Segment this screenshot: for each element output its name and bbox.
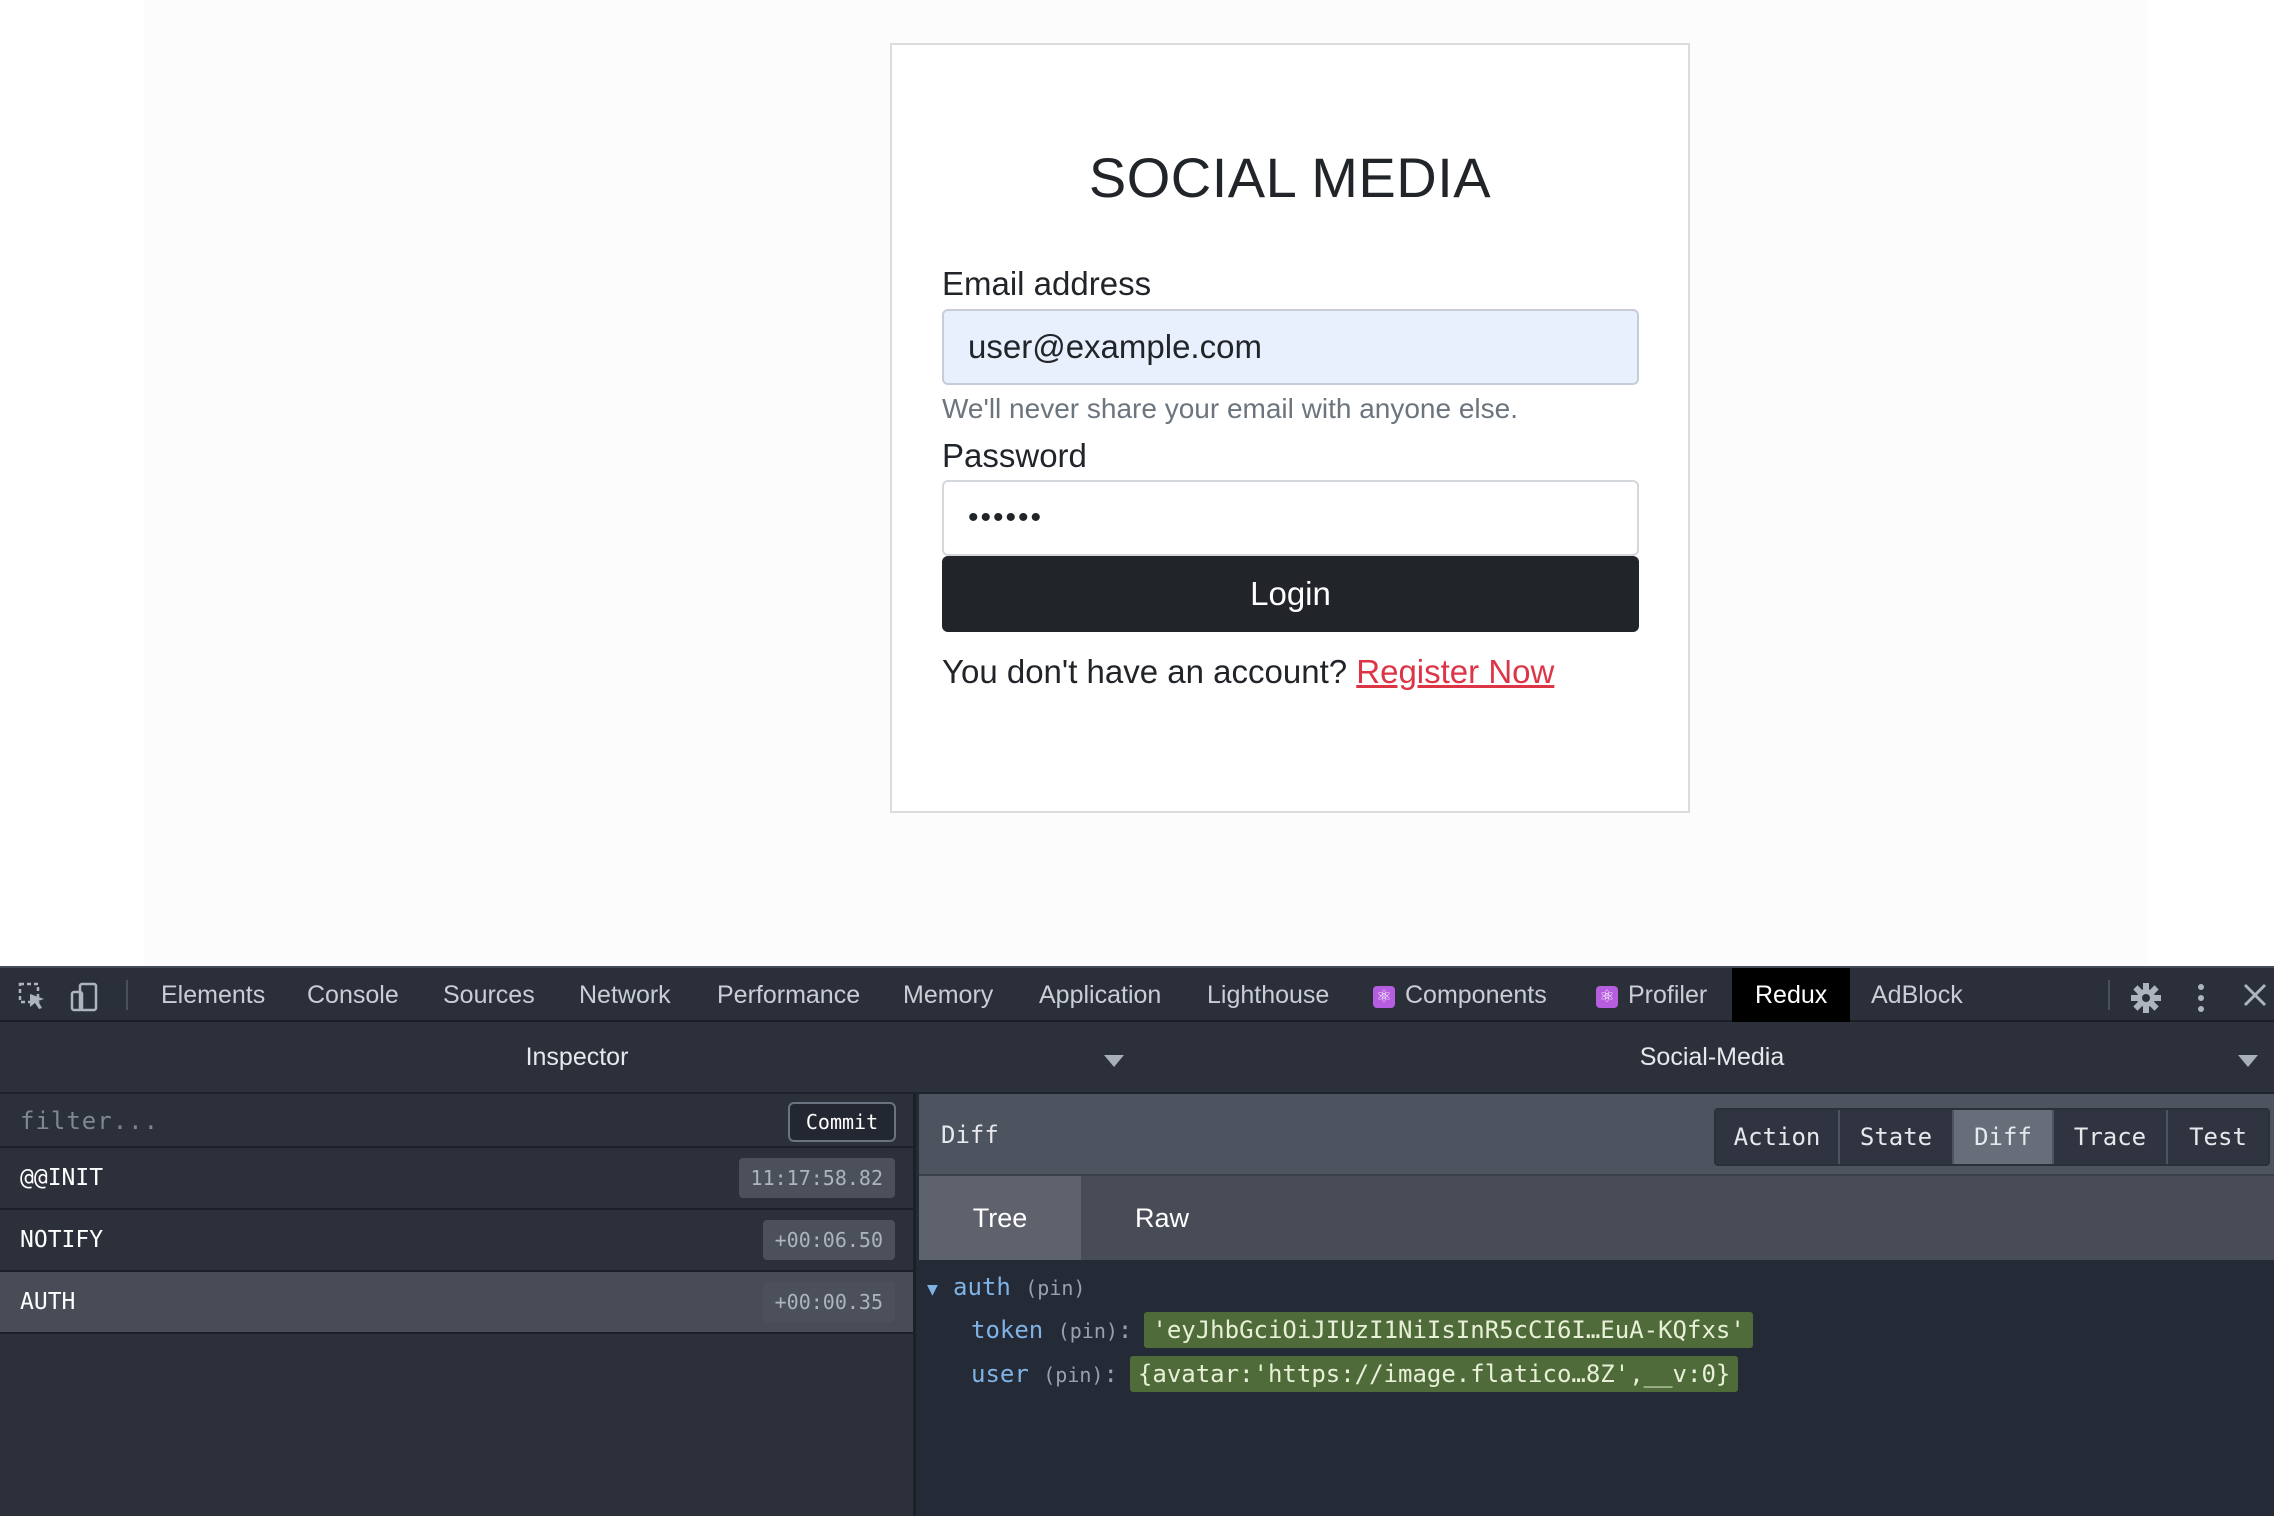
tree-key: token [971, 1316, 1044, 1344]
more-vertical-icon[interactable] [2194, 982, 2208, 1019]
tab-console[interactable]: Console [307, 968, 399, 1022]
react-icon: ⚛ [1596, 986, 1618, 1008]
action-row[interactable]: NOTIFY +00:06.50 [0, 1210, 913, 1272]
email-help-text: We'll never share your email with anyone… [942, 393, 1518, 424]
tab-test[interactable]: Test [2168, 1110, 2268, 1164]
password-field[interactable]: •••••• [942, 480, 1639, 556]
redux-devtools-header: Inspector Social-Media [0, 1022, 2274, 1094]
tree-node-user: user (pin): {avatar:'https://image.flatic… [971, 1356, 1739, 1392]
action-row[interactable]: @@INIT 11:17:58.82 [0, 1148, 913, 1210]
action-timestamp: +00:00.35 [762, 1282, 895, 1322]
inspect-element-icon[interactable] [18, 982, 48, 1017]
page-title: SOCIAL MEDIA [1088, 146, 1492, 209]
action-timestamp: 11:17:58.82 [738, 1158, 895, 1198]
email-label: Email address [942, 265, 1152, 302]
tab-adblock[interactable]: AdBlock [1871, 968, 1963, 1022]
devtools-panel: Elements Console Sources Network Perform… [0, 966, 2274, 1516]
email-field[interactable]: user@example.com [942, 309, 1639, 385]
tab-components[interactable]: ⚛ Components [1373, 968, 1547, 1022]
tab-action[interactable]: Action [1716, 1110, 1840, 1164]
pin-link[interactable]: (pin) [1025, 1276, 1085, 1300]
pin-link[interactable]: (pin) [1058, 1319, 1118, 1343]
device-toolbar-icon[interactable] [70, 982, 100, 1017]
register-prompt-text: You don't have an account? [942, 653, 1348, 690]
settings-gear-icon[interactable] [2130, 982, 2162, 1019]
tree-node-token: token (pin): 'eyJhbGciOiJIUzI1NiIsInR5cCI… [971, 1312, 1753, 1348]
tab-lighthouse[interactable]: Lighthouse [1207, 968, 1329, 1022]
tab-components-label: Components [1405, 981, 1547, 1009]
close-icon[interactable] [2242, 982, 2268, 1013]
action-name: AUTH [20, 1289, 76, 1315]
tab-memory[interactable]: Memory [903, 968, 993, 1022]
diff-added-value: {avatar:'https://image.flatico…8Z',__v:0… [1129, 1356, 1739, 1392]
login-button[interactable]: Login [942, 556, 1639, 632]
action-row-selected[interactable]: AUTH +00:00.35 [0, 1272, 913, 1334]
action-timestamp: +00:06.50 [762, 1220, 895, 1260]
tab-redux[interactable]: Redux [1732, 968, 1851, 1022]
tab-diff[interactable]: Diff [1954, 1110, 2054, 1164]
tree-key: user [971, 1360, 1029, 1388]
tab-application[interactable]: Application [1039, 968, 1161, 1022]
browser-viewport: SOCIAL MEDIA Email address user@example.… [0, 0, 2274, 966]
filter-row: filter... Commit [0, 1094, 913, 1148]
register-now-link[interactable]: Register Now [1356, 653, 1554, 690]
tab-elements[interactable]: Elements [161, 968, 265, 1022]
preview-title: Diff [941, 1121, 999, 1149]
page-background: SOCIAL MEDIA Email address user@example.… [144, 0, 2148, 966]
tab-performance[interactable]: Performance [717, 968, 860, 1022]
expand-arrow-icon[interactable]: ▼ [927, 1275, 953, 1305]
preview-tab-group: Action State Diff Trace Test [1714, 1108, 2270, 1166]
tab-profiler-label: Profiler [1628, 981, 1708, 1009]
tree-colon: : [1103, 1360, 1118, 1388]
toolbar-divider [126, 980, 128, 1010]
tree-node-auth[interactable]: ▼ auth (pin) [927, 1272, 1085, 1305]
chevron-down-icon [1104, 1055, 1124, 1067]
commit-button[interactable]: Commit [788, 1102, 896, 1142]
preview-header: Diff Action State Diff Trace Test [919, 1094, 2274, 1176]
diff-tree-view: ▼ auth (pin) token (pin): 'eyJhbGciOiJIUzI… [919, 1260, 2274, 1516]
filter-input[interactable]: filter... [20, 1094, 159, 1148]
diff-added-value: 'eyJhbGciOiJIUzI1NiIsInR5cCI6I…EuA-KQfxs… [1144, 1312, 1753, 1348]
tree-colon: : [1117, 1316, 1133, 1344]
tab-profiler[interactable]: ⚛ Profiler [1596, 968, 1707, 1022]
action-name: NOTIFY [20, 1227, 104, 1253]
tab-state[interactable]: State [1840, 1110, 1954, 1164]
action-name: @@INIT [20, 1165, 104, 1191]
pin-link[interactable]: (pin) [1043, 1363, 1103, 1387]
tab-sources[interactable]: Sources [443, 968, 535, 1022]
password-label: Password [942, 437, 1087, 474]
react-icon: ⚛ [1373, 986, 1395, 1008]
tab-network[interactable]: Network [579, 968, 671, 1022]
login-card: SOCIAL MEDIA Email address user@example.… [890, 43, 1690, 813]
action-list-panel: filter... Commit @@INIT 11:17:58.82 NOTI… [0, 1094, 916, 1516]
view-tab-bar: Tree Raw [919, 1176, 2274, 1260]
tree-key: auth [953, 1273, 1011, 1301]
tab-raw[interactable]: Raw [1081, 1176, 1243, 1260]
toolbar-divider [2108, 980, 2110, 1010]
monitor-select[interactable]: Inspector [0, 1022, 1146, 1092]
tab-trace[interactable]: Trace [2054, 1110, 2168, 1164]
chevron-down-icon [2238, 1055, 2258, 1067]
action-preview-panel: Diff Action State Diff Trace Test Tree R… [919, 1094, 2274, 1516]
monitor-select-label: Inspector [525, 1043, 629, 1071]
tab-tree[interactable]: Tree [919, 1176, 1081, 1260]
instance-select[interactable]: Social-Media [1150, 1022, 2274, 1092]
devtools-tab-bar: Elements Console Sources Network Perform… [0, 966, 2274, 1022]
register-prompt-line: You don't have an account? Register Now [942, 653, 1554, 691]
